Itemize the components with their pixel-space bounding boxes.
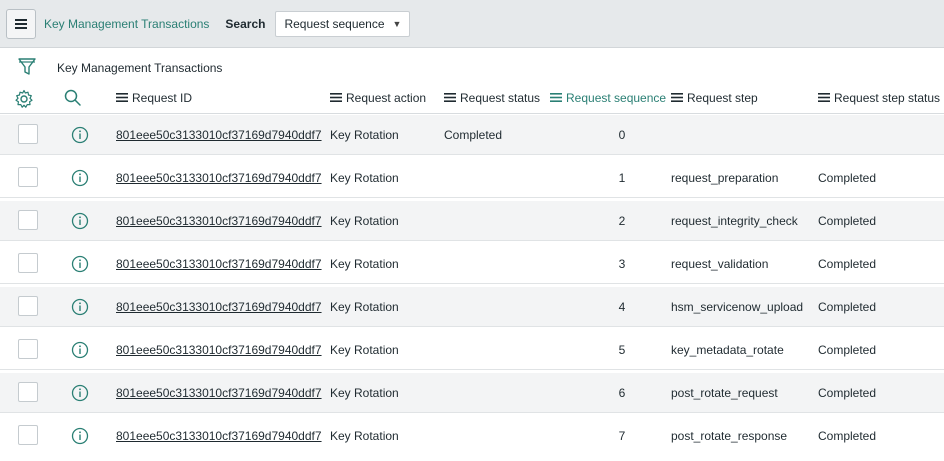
row-checkbox[interactable] [18, 296, 38, 316]
list-icon [818, 91, 830, 105]
request-step-cell: key_metadata_rotate [671, 343, 784, 357]
request-action-cell: Key Rotation [330, 214, 399, 228]
request-action-cell: Key Rotation [330, 257, 399, 271]
info-icon[interactable] [71, 169, 89, 190]
search-icon[interactable] [63, 88, 83, 111]
search-field-select[interactable]: Request sequence ▼ [275, 10, 411, 37]
table-row: 801eee50c3133010cf37169d7940ddf7 Key Rot… [0, 287, 944, 327]
request-step-cell: request_validation [671, 257, 769, 271]
request-sequence-cell: 3 [618, 257, 626, 271]
info-icon[interactable] [71, 212, 89, 233]
row-checkbox[interactable] [18, 425, 38, 445]
info-icon[interactable] [71, 126, 89, 147]
list-context-menu-button[interactable] [6, 8, 36, 39]
request-step-status-cell: Completed [818, 214, 877, 228]
request-sequence-cell: 7 [618, 429, 626, 443]
request-id-link[interactable]: 801eee50c3133010cf37169d7940ddf7 [116, 257, 322, 271]
row-checkbox[interactable] [18, 382, 38, 402]
column-label: Request sequence [566, 91, 667, 105]
info-icon[interactable] [71, 427, 89, 448]
request-step-cell: post_rotate_request [671, 386, 778, 400]
chevron-down-icon: ▼ [392, 18, 402, 29]
request-id-link[interactable]: 801eee50c3133010cf37169d7940ddf7 [116, 300, 322, 314]
table-row: 801eee50c3133010cf37169d7940ddf7 Key Rot… [0, 115, 944, 155]
filter-row: Key Management Transactions [0, 54, 944, 82]
request-action-cell: Key Rotation [330, 128, 399, 142]
table-row: 801eee50c3133010cf37169d7940ddf7 Key Rot… [0, 416, 944, 456]
request-action-cell: Key Rotation [330, 171, 399, 185]
row-checkbox[interactable] [18, 124, 38, 144]
column-header-request-id[interactable]: Request ID [116, 91, 192, 105]
column-label: Request ID [132, 91, 193, 105]
table-row: 801eee50c3133010cf37169d7940ddf7 Key Rot… [0, 244, 944, 284]
column-header-request-step-status[interactable]: Request step status [818, 91, 940, 105]
request-step-status-cell: Completed [818, 171, 877, 185]
column-label: Request step [687, 91, 758, 105]
request-step-cell: hsm_servicenow_upload [671, 300, 804, 314]
row-checkbox[interactable] [18, 210, 38, 230]
request-sequence-cell: 0 [618, 128, 626, 142]
request-step-status-cell: Completed [818, 300, 877, 314]
request-step-status-cell: Completed [818, 386, 877, 400]
filter-icon[interactable] [18, 57, 36, 80]
column-label: Request step status [834, 91, 941, 105]
request-action-cell: Key Rotation [330, 386, 399, 400]
request-step-status-cell: Completed [818, 429, 877, 443]
list-icon [116, 91, 128, 105]
request-id-link[interactable]: 801eee50c3133010cf37169d7940ddf7 [116, 171, 322, 185]
request-step-status-cell: Completed [818, 257, 877, 271]
info-icon[interactable] [71, 298, 89, 319]
request-action-cell: Key Rotation [330, 300, 399, 314]
menu-icon [15, 18, 27, 29]
info-icon[interactable] [71, 384, 89, 405]
request-sequence-cell: 1 [618, 171, 626, 185]
request-id-link[interactable]: 801eee50c3133010cf37169d7940ddf7 [116, 128, 322, 142]
list-icon [330, 91, 342, 105]
request-action-cell: Key Rotation [330, 343, 399, 357]
request-step-cell: post_rotate_response [671, 429, 788, 443]
request-sequence-cell: 6 [618, 386, 626, 400]
column-label: Request status [460, 91, 541, 105]
request-id-link[interactable]: 801eee50c3133010cf37169d7940ddf7 [116, 429, 322, 443]
request-status-cell: Completed [444, 128, 503, 142]
info-icon[interactable] [71, 341, 89, 362]
request-sequence-cell: 4 [618, 300, 626, 314]
list-icon [671, 91, 683, 105]
breadcrumb[interactable]: Key Management Transactions [57, 61, 222, 75]
info-icon[interactable] [71, 255, 89, 276]
row-checkbox[interactable] [18, 339, 38, 359]
search-field-value: Request sequence [284, 16, 385, 31]
request-action-cell: Key Rotation [330, 429, 399, 443]
list-icon [444, 91, 456, 105]
list-title[interactable]: Key Management Transactions [44, 17, 209, 31]
column-header-request-status[interactable]: Request status [444, 91, 540, 105]
request-step-cell: request_preparation [671, 171, 779, 185]
column-header-request-step[interactable]: Request step [671, 91, 758, 105]
row-checkbox[interactable] [18, 253, 38, 273]
column-label: Request action [346, 91, 427, 105]
request-id-link[interactable]: 801eee50c3133010cf37169d7940ddf7 [116, 343, 322, 357]
gear-icon[interactable] [14, 89, 34, 112]
search-label: Search [225, 16, 266, 31]
list-icon [550, 91, 562, 105]
table-row: 801eee50c3133010cf37169d7940ddf7 Key Rot… [0, 201, 944, 241]
column-header-request-action[interactable]: Request action [330, 91, 426, 105]
column-header-request-sequence[interactable]: Request sequence [550, 91, 666, 105]
table-row: 801eee50c3133010cf37169d7940ddf7 Key Rot… [0, 330, 944, 370]
table-header: Request ID Request action Request status… [0, 84, 944, 114]
table-row: 801eee50c3133010cf37169d7940ddf7 Key Rot… [0, 158, 944, 198]
request-step-status-cell: Completed [818, 343, 877, 357]
request-sequence-cell: 2 [618, 214, 626, 228]
list-header-bar: Key Management Transactions Search Reque… [0, 0, 944, 48]
row-checkbox[interactable] [18, 167, 38, 187]
request-step-cell: request_integrity_check [671, 214, 798, 228]
request-sequence-cell: 5 [618, 343, 626, 357]
table-row: 801eee50c3133010cf37169d7940ddf7 Key Rot… [0, 373, 944, 413]
request-id-link[interactable]: 801eee50c3133010cf37169d7940ddf7 [116, 386, 322, 400]
request-id-link[interactable]: 801eee50c3133010cf37169d7940ddf7 [116, 214, 322, 228]
